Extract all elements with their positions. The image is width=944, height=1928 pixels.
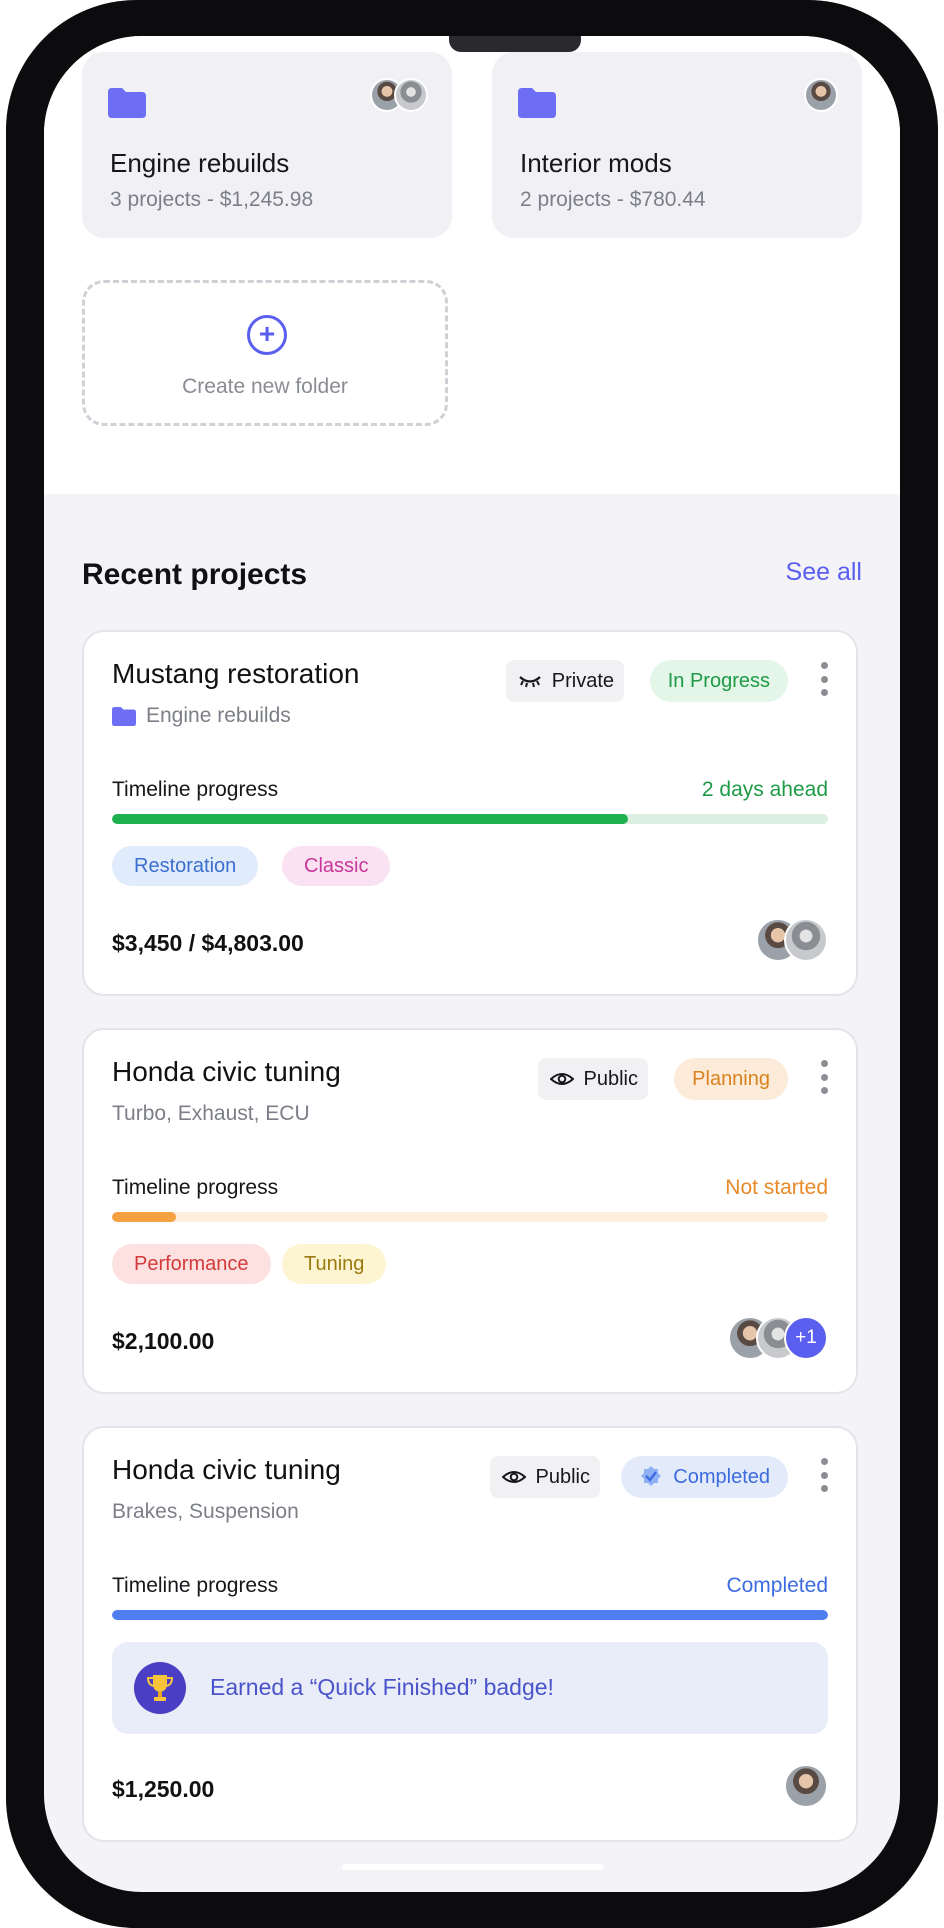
tag-classic: Classic <box>282 846 391 886</box>
avatar <box>784 918 828 962</box>
visibility-badge: Private <box>505 660 624 702</box>
progress-fill <box>112 814 628 824</box>
status-badge: Planning <box>674 1058 788 1100</box>
extra-members-count[interactable]: +1 <box>784 1316 828 1360</box>
folder-icon <box>112 706 136 726</box>
app-screen: Engine rebuilds 3 projects - $1,245.98 I… <box>44 36 900 1892</box>
more-options-icon[interactable] <box>820 1060 828 1094</box>
avatar <box>394 78 428 112</box>
project-title: Mustang restoration <box>112 658 360 689</box>
tag-tuning: Tuning <box>282 1244 387 1284</box>
see-all-link[interactable]: See all <box>786 558 862 587</box>
folder-card-interior-mods[interactable]: Interior mods 2 projects - $780.44 <box>492 52 862 238</box>
status-badge: In Progress <box>649 660 788 702</box>
verified-badge-icon <box>641 1466 662 1486</box>
project-price: $3,450 / $4,803.00 <box>112 930 304 956</box>
timeline-label: Timeline progress <box>112 1176 279 1199</box>
notch <box>449 36 581 52</box>
visibility-label: Public <box>535 1465 590 1488</box>
project-card[interactable]: Honda civic tuning Turbo, Exhaust, ECU P… <box>82 1028 858 1394</box>
progress-bar <box>112 814 828 824</box>
folder-meta: 3 projects - $1,245.98 <box>110 188 314 211</box>
timeline-status: Not started <box>725 1176 828 1199</box>
folder-name: Engine rebuilds <box>146 704 291 727</box>
timeline-label: Timeline progress <box>112 1574 279 1597</box>
tag-restoration: Restoration <box>112 846 259 886</box>
eye-icon <box>549 1073 574 1085</box>
project-subtitle: Turbo, Exhaust, ECU <box>112 1102 310 1125</box>
project-price: $1,250.00 <box>112 1776 215 1802</box>
plus-circle-icon: + <box>247 315 287 355</box>
trophy-icon <box>134 1662 186 1714</box>
project-members: +1 <box>728 1316 828 1360</box>
visibility-label: Private <box>551 669 614 692</box>
status-badge: Completed <box>621 1456 788 1498</box>
home-indicator <box>342 1864 604 1870</box>
progress-bar <box>112 1610 828 1620</box>
project-title: Honda civic tuning <box>112 1056 341 1087</box>
folder-icon <box>518 88 556 118</box>
project-members <box>756 918 828 962</box>
more-options-icon[interactable] <box>820 1458 828 1492</box>
avatar <box>804 78 838 112</box>
timeline-label: Timeline progress <box>112 778 279 801</box>
section-title: Recent projects <box>82 558 308 591</box>
visibility-badge: Public <box>537 1058 648 1100</box>
visibility-badge: Public <box>489 1456 600 1498</box>
folder-title: Interior mods <box>520 148 672 178</box>
status-label: Completed <box>673 1465 770 1488</box>
project-subtitle: Brakes, Suspension <box>112 1500 299 1523</box>
project-title: Honda civic tuning <box>112 1454 341 1485</box>
visibility-label: Public <box>583 1067 638 1090</box>
folder-card-engine-rebuilds[interactable]: Engine rebuilds 3 projects - $1,245.98 <box>82 52 452 238</box>
phone-frame: Engine rebuilds 3 projects - $1,245.98 I… <box>6 0 938 1928</box>
achievement-banner: Earned a “Quick Finished” badge! <box>112 1642 828 1734</box>
progress-fill <box>112 1212 177 1222</box>
project-subtitle: Engine rebuilds <box>112 704 291 728</box>
progress-fill <box>112 1610 828 1620</box>
avatar <box>784 1764 828 1808</box>
progress-bar <box>112 1212 828 1222</box>
folder-icon <box>108 88 146 118</box>
project-card[interactable]: Mustang restoration Engine rebuilds Priv… <box>82 630 858 996</box>
folder-members <box>370 78 428 112</box>
folder-title: Engine rebuilds <box>110 148 290 178</box>
folder-members <box>804 78 838 112</box>
project-members <box>784 1764 828 1808</box>
create-folder-button[interactable]: + Create new folder <box>82 280 448 426</box>
folders-section: Engine rebuilds 3 projects - $1,245.98 I… <box>44 36 900 494</box>
timeline-status: 2 days ahead <box>701 778 828 801</box>
tag-performance: Performance <box>112 1244 271 1284</box>
achievement-text: Earned a “Quick Finished” badge! <box>210 1674 554 1700</box>
project-card[interactable]: Honda civic tuning Brakes, Suspension Pu… <box>82 1426 858 1842</box>
eye-icon <box>501 1471 526 1483</box>
folder-meta: 2 projects - $780.44 <box>520 188 706 211</box>
project-price: $2,100.00 <box>112 1328 215 1354</box>
create-folder-label: Create new folder <box>182 375 348 398</box>
more-options-icon[interactable] <box>820 662 828 696</box>
eye-closed-icon <box>519 676 541 688</box>
timeline-status: Completed <box>726 1574 828 1597</box>
